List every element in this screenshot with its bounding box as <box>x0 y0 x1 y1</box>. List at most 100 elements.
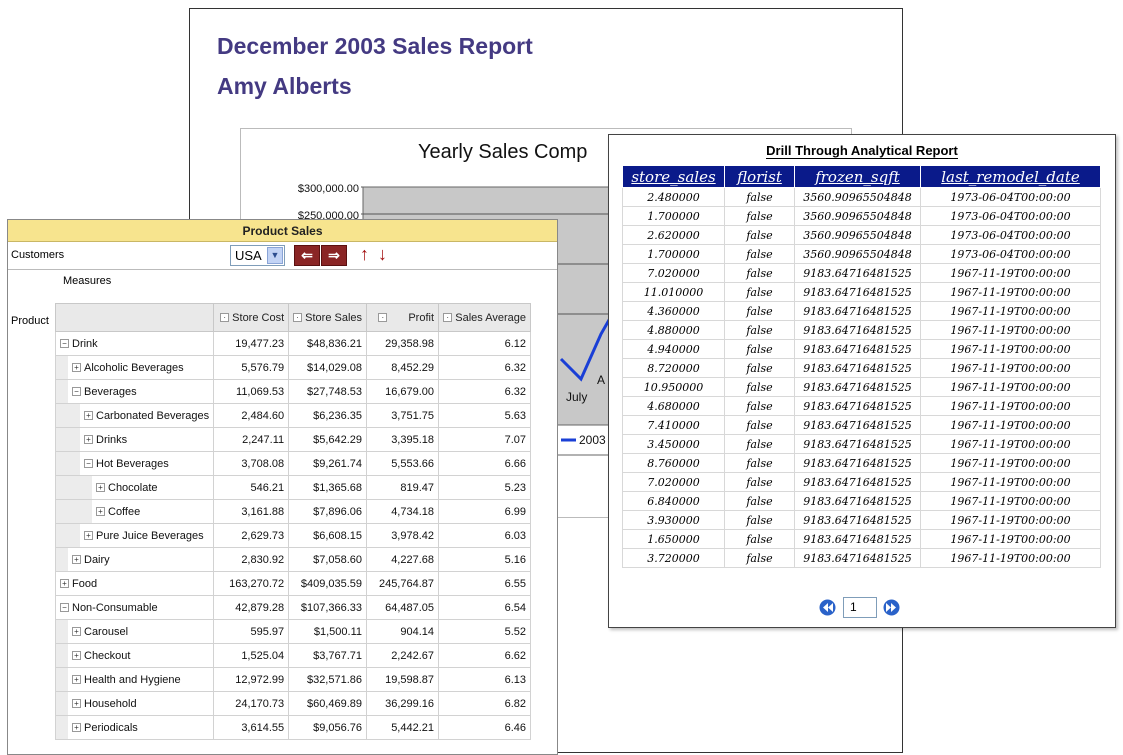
collapse-icon[interactable]: − <box>72 387 81 397</box>
column-header[interactable]: florist <box>724 165 795 188</box>
table-cell[interactable]: $6,236.35 <box>288 403 368 428</box>
table-cell[interactable]: 5,442.21 <box>366 715 440 740</box>
collapse-icon[interactable]: · <box>220 313 230 323</box>
row-header[interactable]: + Coffee <box>54 499 215 524</box>
table-cell[interactable]: 24,170.73 <box>213 691 290 716</box>
row-header[interactable]: + Carbonated Beverages <box>54 403 215 428</box>
table-cell[interactable]: $7,058.60 <box>288 547 368 572</box>
column-header[interactable]: store_sales <box>622 165 725 188</box>
table-cell[interactable]: 163,270.72 <box>213 571 290 596</box>
table-cell[interactable]: 5,553.66 <box>366 451 440 476</box>
table-cell[interactable]: 4,734.18 <box>366 499 440 524</box>
table-cell[interactable]: 2,830.92 <box>213 547 290 572</box>
table-cell[interactable]: 12,972.99 <box>213 667 290 692</box>
table-cell[interactable]: 5.63 <box>438 403 532 428</box>
table-cell[interactable]: $9,056.76 <box>288 715 368 740</box>
expand-icon[interactable]: + <box>96 483 105 493</box>
table-cell[interactable]: $32,571.86 <box>288 667 368 692</box>
column-header[interactable]: · Sales Average <box>438 303 532 332</box>
expand-icon[interactable]: + <box>72 363 81 373</box>
expand-icon[interactable]: + <box>84 531 93 541</box>
table-cell[interactable]: 6.66 <box>438 451 532 476</box>
table-cell[interactable]: 6.32 <box>438 379 532 404</box>
expand-icon[interactable]: + <box>72 675 81 685</box>
table-cell[interactable]: $409,035.59 <box>288 571 368 596</box>
table-cell[interactable]: $107,366.33 <box>288 595 368 620</box>
row-header[interactable]: + Alcoholic Beverages <box>54 355 215 380</box>
table-cell[interactable]: $9,261.74 <box>288 451 368 476</box>
table-cell[interactable]: 5.52 <box>438 619 532 644</box>
row-header[interactable]: + Food <box>54 571 215 596</box>
table-cell[interactable]: 16,679.00 <box>366 379 440 404</box>
table-cell[interactable]: $3,767.71 <box>288 643 368 668</box>
row-header[interactable]: + Periodicals <box>54 715 215 740</box>
table-cell[interactable]: 3,161.88 <box>213 499 290 524</box>
table-cell[interactable]: 6.55 <box>438 571 532 596</box>
table-cell[interactable]: 6.32 <box>438 355 532 380</box>
expand-icon[interactable]: + <box>72 699 81 709</box>
table-cell[interactable]: 2,484.60 <box>213 403 290 428</box>
expand-icon[interactable]: + <box>96 507 105 517</box>
collapse-icon[interactable]: · <box>378 313 388 323</box>
collapse-icon[interactable]: · <box>443 313 453 323</box>
table-cell[interactable]: $48,836.21 <box>288 331 368 356</box>
column-header[interactable]: frozen_sqft <box>794 165 921 188</box>
column-header[interactable]: · Store Sales <box>288 303 368 332</box>
page-number-input[interactable]: 1 <box>843 597 877 618</box>
collapse-icon[interactable]: − <box>84 459 93 469</box>
table-cell[interactable]: 64,487.05 <box>366 595 440 620</box>
table-cell[interactable]: 6.46 <box>438 715 532 740</box>
table-cell[interactable]: $60,469.89 <box>288 691 368 716</box>
table-cell[interactable]: 19,598.87 <box>366 667 440 692</box>
collapse-icon[interactable]: − <box>60 339 69 349</box>
expand-icon[interactable]: + <box>60 579 69 589</box>
table-cell[interactable]: 8,452.29 <box>366 355 440 380</box>
table-cell[interactable]: 11,069.53 <box>213 379 290 404</box>
row-header[interactable]: + Carousel <box>54 619 215 644</box>
table-cell[interactable]: 29,358.98 <box>366 331 440 356</box>
table-cell[interactable]: 245,764.87 <box>366 571 440 596</box>
row-header[interactable]: + Health and Hygiene <box>54 667 215 692</box>
expand-icon[interactable]: + <box>72 555 81 565</box>
next-button[interactable]: ⇒ <box>321 245 347 266</box>
column-header[interactable]: last_remodel_date <box>920 165 1101 188</box>
country-select[interactable]: USA ▼ <box>230 245 285 266</box>
table-cell[interactable]: $1,365.68 <box>288 475 368 500</box>
column-header[interactable]: · Store Cost <box>213 303 290 332</box>
next-page-icon[interactable] <box>883 599 900 616</box>
table-cell[interactable]: 6.12 <box>438 331 532 356</box>
drill-up-icon[interactable]: ↑ <box>360 244 369 265</box>
expand-icon[interactable]: + <box>72 627 81 637</box>
table-cell[interactable]: 3,614.55 <box>213 715 290 740</box>
table-cell[interactable]: 5.16 <box>438 547 532 572</box>
table-cell[interactable]: $6,608.15 <box>288 523 368 548</box>
table-cell[interactable]: $7,896.06 <box>288 499 368 524</box>
expand-icon[interactable]: + <box>72 651 81 661</box>
row-header[interactable]: + Chocolate <box>54 475 215 500</box>
table-cell[interactable]: 5.23 <box>438 475 532 500</box>
table-cell[interactable]: 6.82 <box>438 691 532 716</box>
table-cell[interactable]: 7.07 <box>438 427 532 452</box>
row-header[interactable]: − Beverages <box>54 379 215 404</box>
column-header[interactable]: · Profit <box>366 303 440 332</box>
table-cell[interactable]: 2,247.11 <box>213 427 290 452</box>
row-header[interactable]: − Hot Beverages <box>54 451 215 476</box>
table-cell[interactable]: 5,576.79 <box>213 355 290 380</box>
table-cell[interactable]: 1,525.04 <box>213 643 290 668</box>
table-cell[interactable]: 6.03 <box>438 523 532 548</box>
table-cell[interactable]: 904.14 <box>366 619 440 644</box>
table-cell[interactable]: 3,395.18 <box>366 427 440 452</box>
table-cell[interactable]: 19,477.23 <box>213 331 290 356</box>
row-header[interactable]: + Checkout <box>54 643 215 668</box>
row-header[interactable]: − Drink <box>54 331 215 356</box>
previous-button[interactable]: ⇐ <box>294 245 320 266</box>
row-header[interactable]: + Drinks <box>54 427 215 452</box>
table-cell[interactable]: $5,642.29 <box>288 427 368 452</box>
expand-icon[interactable]: + <box>72 723 81 733</box>
table-cell[interactable]: $14,029.08 <box>288 355 368 380</box>
drill-down-icon[interactable]: ↓ <box>378 244 387 265</box>
row-header[interactable]: + Pure Juice Beverages <box>54 523 215 548</box>
row-header[interactable]: + Dairy <box>54 547 215 572</box>
table-cell[interactable]: 3,708.08 <box>213 451 290 476</box>
table-cell[interactable]: 6.13 <box>438 667 532 692</box>
